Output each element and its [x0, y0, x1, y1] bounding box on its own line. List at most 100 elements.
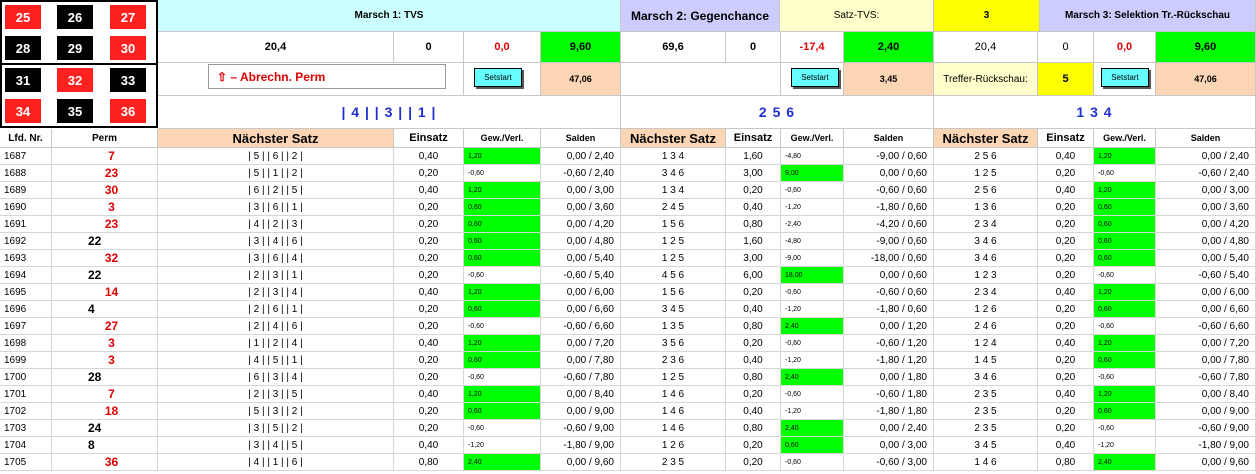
cell-gew-1: 0,60: [464, 199, 541, 216]
cell-salden-1: 0,00 / 3,60: [541, 199, 621, 216]
cell-gew-1: -0,60: [464, 420, 541, 437]
cell-naechster-satz-1: | 3 | | 6 | | 1 |: [158, 199, 394, 216]
cell-lfd-nr: 1692: [0, 233, 52, 250]
cell-salden-3: -1,80 / 9,00: [1156, 437, 1256, 454]
cell-lfd-nr: 1704: [0, 437, 52, 454]
cell-naechster-satz-3: 3 4 5: [934, 437, 1038, 454]
roulette-number-29[interactable]: 29: [56, 35, 94, 61]
cell-einsatz-3: 0,20: [1038, 199, 1094, 216]
roulette-number-30[interactable]: 30: [109, 35, 147, 61]
cell-naechster-satz-2: 3 4 6: [621, 165, 726, 182]
col-header-einsatz-1: Einsatz: [394, 129, 464, 148]
cell-gew-3: 1,20: [1094, 335, 1156, 352]
cell-naechster-satz-2: 1 4 6: [621, 420, 726, 437]
cell-naechster-satz-2: 1 4 6: [621, 386, 726, 403]
roulette-number-33[interactable]: 33: [109, 67, 147, 93]
march3-stat3: 0,0: [1094, 32, 1156, 63]
cell-salden-2: -0,60 / 1,80: [844, 386, 934, 403]
board-divider: [0, 63, 158, 65]
march1-stat2: 0: [394, 32, 464, 63]
march2-setstart-button[interactable]: Setstart: [791, 68, 839, 87]
cell-salden-3: 0,00 / 8,40: [1156, 386, 1256, 403]
cell-gew-2: -2,40: [781, 216, 844, 233]
march2-blank-area: [621, 63, 781, 96]
col-header-salden-2: Salden: [844, 129, 934, 148]
cell-einsatz-3: 0,40: [1038, 148, 1094, 165]
roulette-number-32[interactable]: 32: [56, 67, 94, 93]
satz-tvs-value[interactable]: 3: [934, 0, 1040, 32]
cell-naechster-satz-2: 2 3 5: [621, 454, 726, 471]
cell-perm: 22: [52, 267, 158, 284]
cell-salden-2: 0,00 / 3,00: [844, 437, 934, 454]
cell-naechster-satz-3: 2 3 5: [934, 386, 1038, 403]
cell-salden-1: -0,60 / 5,40: [541, 267, 621, 284]
cell-naechster-satz-1: | 3 | | 5 | | 2 |: [158, 420, 394, 437]
cell-einsatz-1: 0,20: [394, 369, 464, 386]
cell-gew-2: -1,20: [781, 403, 844, 420]
cell-gew-2: 0,60: [781, 437, 844, 454]
cell-gew-1: 1,20: [464, 284, 541, 301]
cell-perm: 30: [52, 182, 158, 199]
cell-naechster-satz-3: 1 4 6: [934, 454, 1038, 471]
cell-salden-1: -0,60 / 2,40: [541, 165, 621, 182]
cell-gew-3: 0,60: [1094, 403, 1156, 420]
abrechn-perm-button[interactable]: ⇧ – Abrechn. Perm: [208, 64, 446, 89]
cell-einsatz-2: 0,20: [726, 454, 781, 471]
cell-naechster-satz-2: 3 4 5: [621, 301, 726, 318]
cell-salden-2: -1,80 / 1,80: [844, 403, 934, 420]
cell-naechster-satz-3: 2 3 5: [934, 420, 1038, 437]
roulette-number-28[interactable]: 28: [4, 35, 42, 61]
cell-salden-2: -9,00 / 0,60: [844, 148, 934, 165]
cell-gew-1: -1,20: [464, 437, 541, 454]
cell-perm: 3: [52, 352, 158, 369]
cell-perm: 7: [52, 148, 158, 165]
cell-gew-1: 0,60: [464, 403, 541, 420]
march1-setstart-button[interactable]: Setstart: [474, 68, 522, 87]
cell-naechster-satz-1: | 4 | | 1 | | 6 |: [158, 454, 394, 471]
treffer-rueckschau-value[interactable]: 5: [1038, 63, 1094, 96]
roulette-number-25[interactable]: 25: [4, 4, 42, 30]
roulette-number-36[interactable]: 36: [109, 98, 147, 124]
col-header-naechster-satz-2: Nächster Satz: [621, 129, 726, 148]
march3-title: Marsch 3: Selektion Tr.-Rückschau: [1040, 0, 1256, 32]
cell-gew-2: 2,40: [781, 420, 844, 437]
cell-einsatz-3: 0,20: [1038, 318, 1094, 335]
cell-salden-1: -1,80 / 9,00: [541, 437, 621, 454]
cell-salden-1: 0,00 / 9,60: [541, 454, 621, 471]
treffer-rueckschau-label: Treffer-Rückschau:: [934, 63, 1038, 96]
cell-einsatz-1: 0,20: [394, 233, 464, 250]
cell-naechster-satz-1: | 2 | | 3 | | 1 |: [158, 267, 394, 284]
cell-gew-2: -1,20: [781, 301, 844, 318]
cell-salden-1: 0,00 / 3,00: [541, 182, 621, 199]
cell-naechster-satz-1: | 2 | | 3 | | 5 |: [158, 386, 394, 403]
cell-einsatz-3: 0,20: [1038, 165, 1094, 182]
roulette-number-34[interactable]: 34: [4, 98, 42, 124]
cell-lfd-nr: 1702: [0, 403, 52, 420]
cell-gew-3: 0,60: [1094, 250, 1156, 267]
cell-salden-3: -0,60 / 7,80: [1156, 369, 1256, 386]
march3-setstart-button[interactable]: Setstart: [1101, 68, 1149, 87]
cell-naechster-satz-1: | 5 | | 3 | | 2 |: [158, 403, 394, 420]
cell-salden-3: 0,00 / 4,80: [1156, 233, 1256, 250]
cell-einsatz-2: 0,80: [726, 318, 781, 335]
cell-salden-1: 0,00 / 8,40: [541, 386, 621, 403]
cell-einsatz-2: 0,40: [726, 199, 781, 216]
cell-perm: 36: [52, 454, 158, 471]
cell-salden-1: -0,60 / 7,80: [541, 369, 621, 386]
roulette-number-35[interactable]: 35: [56, 98, 94, 124]
cell-einsatz-2: 6,00: [726, 267, 781, 284]
cell-einsatz-1: 0,40: [394, 386, 464, 403]
march1-stat4: 9,60: [541, 32, 621, 63]
roulette-number-27[interactable]: 27: [109, 4, 147, 30]
cell-gew-1: 1,20: [464, 335, 541, 352]
march3-total: 47,06: [1156, 63, 1256, 96]
cell-einsatz-3: 0,20: [1038, 216, 1094, 233]
roulette-number-26[interactable]: 26: [56, 4, 94, 30]
cell-einsatz-3: 0,40: [1038, 386, 1094, 403]
cell-einsatz-1: 0,20: [394, 403, 464, 420]
cell-salden-3: 0,00 / 3,60: [1156, 199, 1256, 216]
satz-tvs-label: Satz-TVS:: [780, 0, 934, 32]
cell-salden-2: -1,80 / 0,60: [844, 301, 934, 318]
roulette-number-31[interactable]: 31: [4, 67, 42, 93]
cell-perm: 32: [52, 250, 158, 267]
